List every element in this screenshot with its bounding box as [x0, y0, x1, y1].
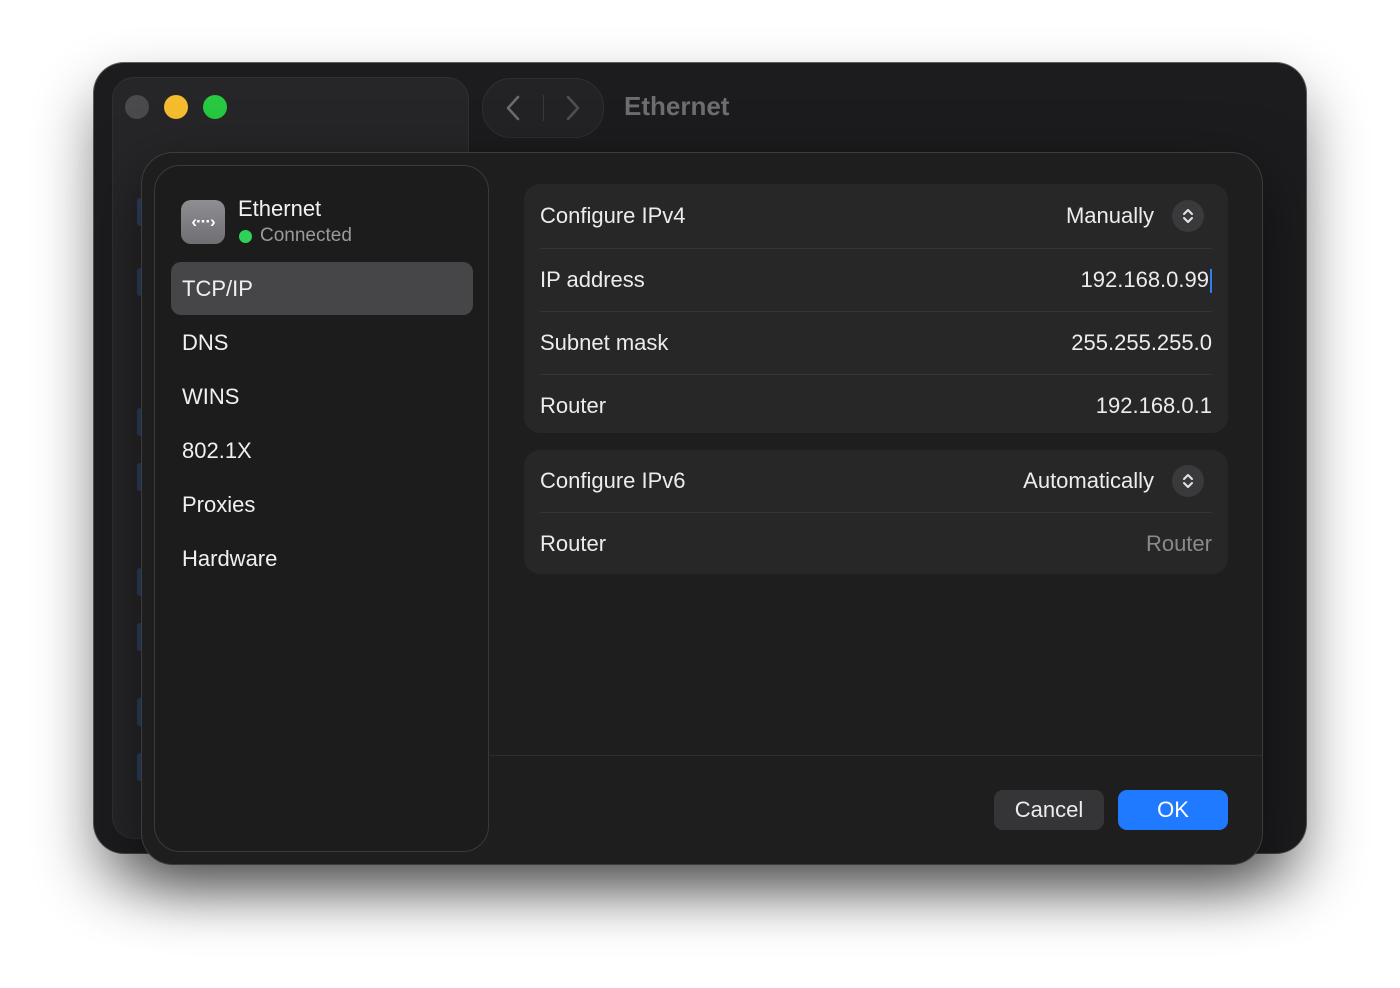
- ethernet-details-sheet: ‹···› Ethernet Connected TCP/IP DNS WINS…: [141, 152, 1263, 865]
- device-name: Ethernet: [238, 196, 322, 221]
- ipv4-settings-group: Configure IPv4 Manually IP address 192.1…: [524, 184, 1228, 433]
- ipv4-router-label: Router: [540, 393, 607, 418]
- configure-ipv6-popup[interactable]: Automatically: [1023, 468, 1154, 494]
- sheet-sidebar: ‹···› Ethernet Connected TCP/IP DNS WINS…: [154, 165, 489, 852]
- ipv4-router-field[interactable]: 192.168.0.1: [1096, 393, 1212, 419]
- sidebar-item-8021x[interactable]: 802.1X: [171, 424, 473, 477]
- ip-address-value: 192.168.0.99: [1080, 266, 1209, 292]
- sheet-nav-list: TCP/IP DNS WINS 802.1X Proxies Hardware: [171, 262, 473, 586]
- ok-button[interactable]: OK: [1118, 790, 1228, 830]
- sidebar-item-dns[interactable]: DNS: [171, 316, 473, 369]
- ip-address-row: IP address 192.168.0.99: [540, 249, 1212, 312]
- footer-divider: [488, 755, 1262, 756]
- sidebar-item-hardware[interactable]: Hardware: [171, 532, 473, 585]
- ipv6-router-row: Router Router: [540, 513, 1212, 575]
- cancel-button[interactable]: Cancel: [994, 790, 1104, 830]
- ipv6-router-label: Router: [540, 531, 607, 556]
- subnet-mask-label: Subnet mask: [540, 330, 669, 355]
- text-cursor: [1210, 269, 1212, 294]
- ipv4-router-row: Router 192.168.0.1: [540, 375, 1212, 437]
- status-dot-icon: [239, 230, 252, 243]
- subnet-mask-row: Subnet mask 255.255.255.0: [540, 312, 1212, 375]
- navigation-buttons: [482, 78, 604, 138]
- forward-button[interactable]: [543, 79, 603, 137]
- subnet-mask-field[interactable]: 255.255.255.0: [1071, 330, 1212, 356]
- back-button[interactable]: [483, 79, 543, 137]
- ethernet-icon: ‹···›: [181, 200, 225, 244]
- sidebar-item-wins[interactable]: WINS: [171, 370, 473, 423]
- configure-ipv6-row: Configure IPv6 Automatically: [540, 450, 1212, 513]
- chevron-right-icon: [566, 95, 580, 121]
- configure-ipv4-label: Configure IPv4: [540, 203, 686, 228]
- close-window-button[interactable]: [125, 95, 149, 119]
- maximize-window-button[interactable]: [203, 95, 227, 119]
- popup-stepper-icon[interactable]: [1172, 465, 1204, 497]
- minimize-window-button[interactable]: [164, 95, 188, 119]
- popup-stepper-icon[interactable]: [1172, 200, 1204, 232]
- configure-ipv6-label: Configure IPv6: [540, 468, 686, 493]
- device-status: Connected: [260, 225, 352, 246]
- sidebar-item-tcpip[interactable]: TCP/IP: [171, 262, 473, 315]
- ipv6-router-field[interactable]: Router: [1146, 531, 1212, 557]
- chevron-left-icon: [506, 95, 520, 121]
- configure-ipv4-row: Configure IPv4 Manually: [540, 184, 1212, 249]
- sidebar-item-proxies[interactable]: Proxies: [171, 478, 473, 531]
- window-title: Ethernet: [624, 91, 730, 121]
- ip-address-field[interactable]: 192.168.0.99: [1080, 266, 1212, 294]
- ipv6-settings-group: Configure IPv6 Automatically Router Rout…: [524, 450, 1228, 574]
- configure-ipv4-popup[interactable]: Manually: [1066, 203, 1154, 229]
- ip-address-label: IP address: [540, 267, 645, 292]
